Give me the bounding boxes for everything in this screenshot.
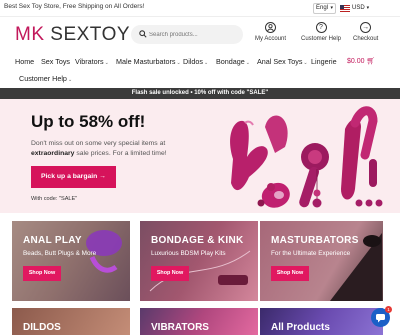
currency-select[interactable]: USD ▾ [340, 3, 369, 14]
category-title: DILDOS [23, 322, 61, 333]
anal-plug-image [86, 230, 122, 273]
chevron-down-icon: ▾ [366, 5, 370, 11]
help-icon: ? [315, 22, 327, 33]
chevron-down-icon: ⌄ [104, 60, 109, 66]
category-card-dildos[interactable]: DILDOS [12, 308, 130, 335]
customer-help-label: Customer Help [301, 36, 342, 42]
live-chat-button[interactable]: 1 [371, 306, 392, 327]
logo-brand: MK [15, 24, 45, 45]
category-card-all-products[interactable]: All Products [260, 308, 383, 335]
nav-item-home[interactable]: Home [15, 57, 34, 66]
my-account-label: My Account [255, 36, 287, 42]
hero-product-image [230, 106, 383, 208]
cart-button[interactable]: $0.00 🛒︎ [347, 57, 375, 65]
cart-total: $0.00 [347, 58, 365, 65]
category-title: BONDAGE & KINK [151, 235, 244, 246]
category-tagline: For the Ultimate Experience [271, 250, 351, 257]
nav-item-lingerie[interactable]: Lingerie [311, 57, 337, 66]
nav-item-bondage[interactable]: Bondage⌄ [216, 57, 250, 66]
user-icon [265, 22, 276, 33]
hero-headline: Up to 58% off! [31, 112, 146, 131]
hero-banner: Up to 58% off! Don't miss out on some ve… [0, 99, 400, 213]
category-card-masturbators[interactable]: MASTURBATORS For the Ultimate Experience… [260, 221, 383, 301]
category-tagline: Beads, Butt Plugs & More [23, 250, 97, 257]
language-select[interactable]: Engl [313, 3, 336, 14]
chevron-down-icon: ⌄ [176, 60, 181, 66]
nav-item-anal-sex-toys[interactable]: Anal Sex Toys⌄ [257, 57, 308, 66]
main-nav: Home Sex Toys Vibrators⌄ Male Masturbato… [0, 52, 400, 88]
category-title: ANAL PLAY [23, 235, 82, 246]
shop-now-button[interactable]: Shop Now [271, 266, 309, 281]
site-header: MK SEXTOY My Account ? Customer Help → C… [0, 17, 400, 52]
category-card-bondage-kink[interactable]: BONDAGE & KINK Luxurious BDSM Play Kits … [140, 221, 258, 301]
nav-item-dildos[interactable]: Dildos⌄ [183, 57, 208, 66]
chevron-down-icon: ⌄ [303, 60, 308, 66]
chevron-down-icon: ⌄ [67, 77, 73, 83]
flash-sale-banner: Flash sale unlocked • 10% off with code … [0, 88, 400, 99]
cart-icon: 🛒︎ [366, 58, 376, 65]
promo-text: Best Sex Toy Store, Free Shipping on All… [4, 3, 145, 10]
bondage-kit-image [149, 250, 251, 292]
site-logo[interactable]: MK SEXTOY [15, 24, 130, 46]
my-account-button[interactable]: My Account [255, 22, 286, 42]
chat-unread-badge: 1 [385, 306, 392, 313]
category-card-anal-play[interactable]: ANAL PLAY Beads, Butt Plugs & More Shop … [12, 221, 130, 301]
nav-item-vibrators[interactable]: Vibrators⌄ [75, 57, 109, 66]
top-bar: Best Sex Toy Store, Free Shipping on All… [0, 0, 400, 17]
category-title: All Products [271, 322, 330, 333]
nav-item-male-masturbators[interactable]: Male Masturbators⌄ [116, 57, 181, 66]
category-title: VIBRATORS [151, 322, 209, 333]
masturbator-image [330, 233, 382, 301]
nav-item-customer-help[interactable]: Customer Help⌄ [19, 74, 72, 83]
checkout-label: Checkout [353, 36, 379, 42]
pick-up-bargain-button[interactable]: Pick up a bargain → [31, 166, 116, 188]
chevron-down-icon: ⌄ [245, 60, 250, 66]
currency-label: USD [352, 5, 365, 11]
coupon-code-note: With code: "SALE" [31, 196, 78, 202]
shop-now-button[interactable]: Shop Now [151, 266, 189, 281]
us-flag-icon [340, 5, 350, 12]
search-input[interactable] [149, 28, 239, 41]
shop-now-button[interactable]: Shop Now [23, 266, 61, 281]
chevron-down-icon: ⌄ [203, 60, 209, 66]
arrow-right-icon: → [360, 22, 372, 33]
search-bar[interactable] [131, 25, 243, 44]
logo-text: SEXTOY [50, 24, 131, 45]
customer-help-button[interactable]: ? Customer Help [301, 22, 341, 42]
category-card-vibrators[interactable]: VIBRATORS [140, 308, 258, 335]
checkout-button[interactable]: → Checkout [353, 22, 378, 42]
nav-item-sex-toys[interactable]: Sex Toys [41, 57, 70, 66]
category-tagline: Luxurious BDSM Play Kits [151, 250, 226, 257]
category-title: MASTURBATORS [271, 235, 359, 246]
hero-subtext: Don't miss out on some very special item… [31, 140, 167, 157]
search-icon [139, 30, 147, 38]
